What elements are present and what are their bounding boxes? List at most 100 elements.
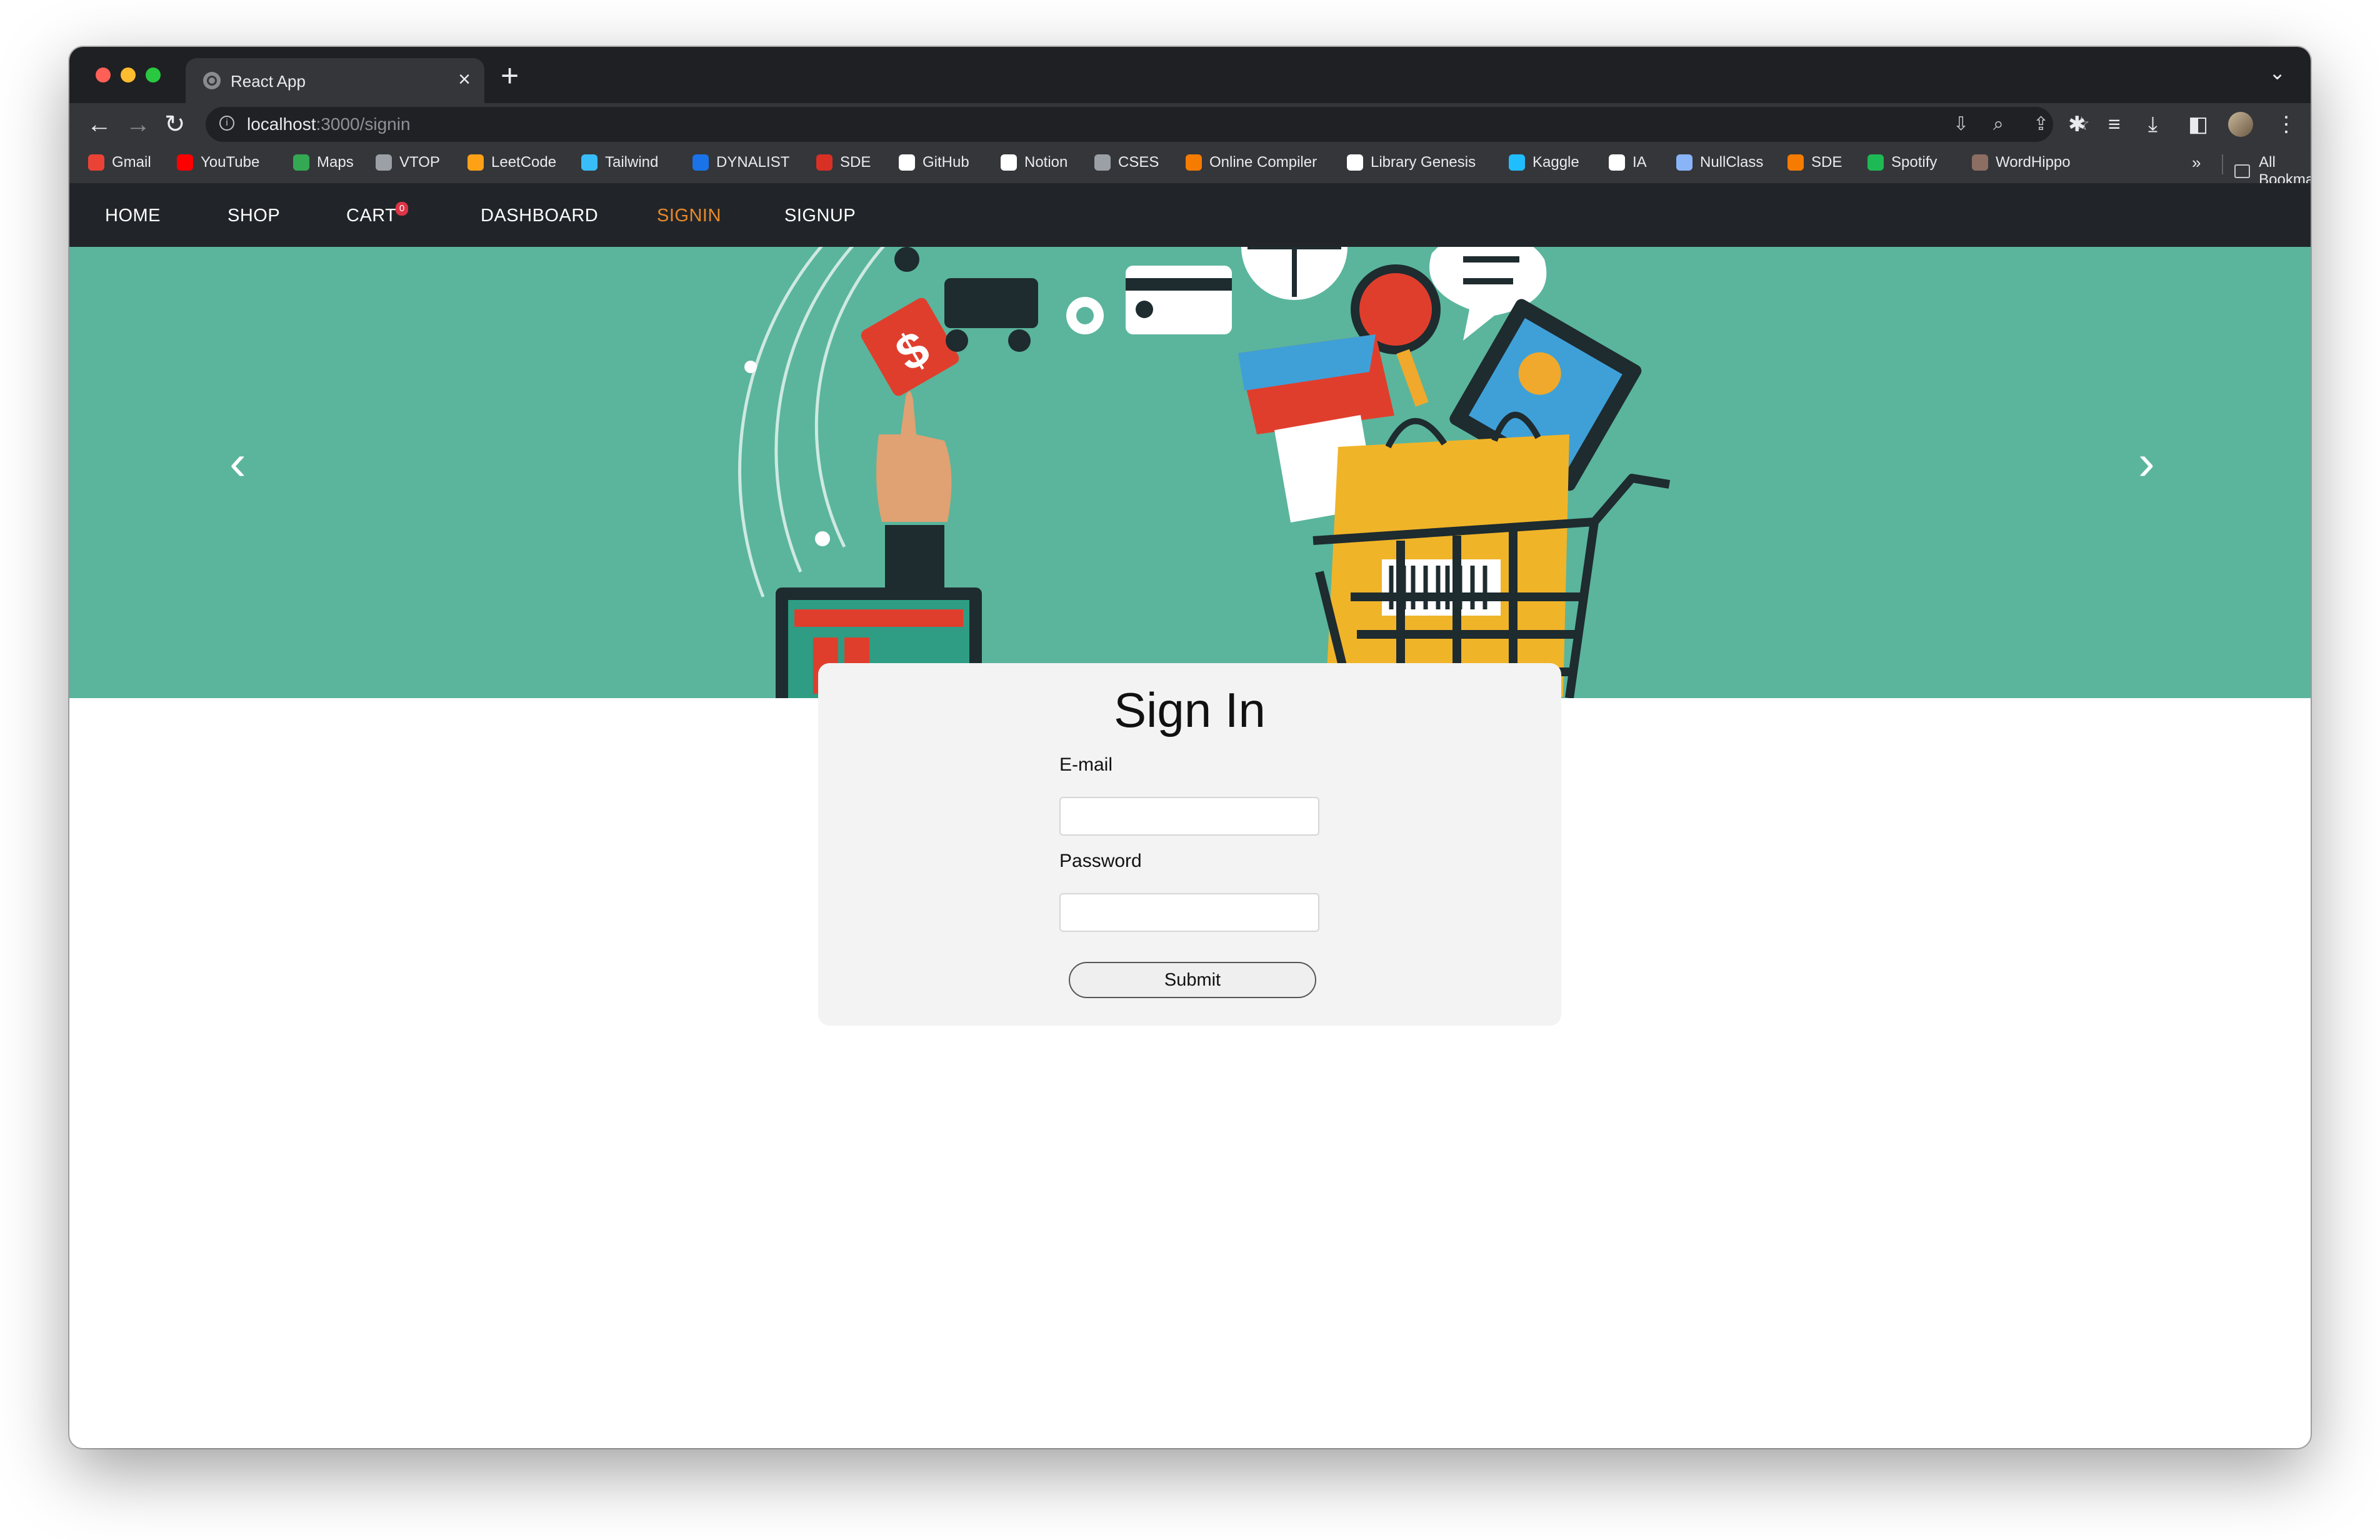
bookmark-label: Tailwind (605, 154, 659, 171)
more-menu-icon[interactable]: ⋮ (2276, 111, 2297, 138)
bookmark-gmail[interactable]: Gmail (88, 154, 151, 171)
bookmark-online-compiler[interactable]: Online Compiler (1186, 154, 1317, 171)
nav-signin[interactable]: SIGNIN (657, 206, 721, 226)
address-bar[interactable]: i localhost:3000/signin ⇩ ⌕ ⇪ ☆ (206, 107, 2090, 142)
bookmark-vtop[interactable]: VTOP (376, 154, 440, 171)
nav-signup[interactable]: SIGNUP (784, 206, 856, 226)
side-panel-icon[interactable]: ◧ (2188, 111, 2208, 138)
bookmark-label: VTOP (399, 154, 440, 171)
tab-close-icon[interactable]: × (458, 67, 471, 92)
share-icon[interactable]: ⇪ (2033, 113, 2049, 136)
back-arrow-icon[interactable]: ← (87, 109, 112, 139)
folder-icon (2234, 164, 2251, 178)
bookmark-label: SDE (1811, 154, 1842, 171)
bookmark-label: Spotify (1891, 154, 1938, 171)
carousel-next-arrow[interactable]: › (2138, 434, 2155, 491)
bookmark-cses[interactable]: CSES (1094, 154, 1159, 171)
bookmark-label: Kaggle (1532, 154, 1579, 171)
bookmark-label: WordHippo (1996, 154, 2071, 171)
browser-toolbar: ← → ↻ i localhost:3000/signin ⇩ ⌕ ⇪ ☆ ✱ … (69, 103, 2311, 146)
downloads-icon[interactable]: ⤓ (2148, 111, 2158, 138)
kaggle-icon (1509, 154, 1525, 171)
bookmark-youtube[interactable]: YouTube (177, 154, 259, 171)
bookmark-ia[interactable]: IA (1609, 154, 1647, 171)
bookmark-label: IA (1632, 154, 1647, 171)
sde-icon (816, 154, 832, 171)
youtube-icon (177, 154, 193, 171)
bookmark-kaggle[interactable]: Kaggle (1509, 154, 1579, 171)
bookmark-wordhippo[interactable]: WordHippo (1972, 154, 2071, 171)
dynalist-icon (692, 154, 709, 171)
password-label: Password (1059, 851, 1142, 871)
bookmark-label: GitHub (922, 154, 969, 171)
nav-home[interactable]: HOME (105, 206, 161, 226)
bookmark-spotify[interactable]: Spotify (1868, 154, 1937, 171)
nav-dashboard[interactable]: DASHBOARD (481, 206, 598, 226)
tailwind-icon (581, 154, 598, 171)
bookmark-label: Online Compiler (1209, 154, 1318, 171)
nav-shop[interactable]: SHOP (228, 206, 280, 226)
bookmarks-divider (2222, 154, 2223, 174)
browser-tab[interactable]: React App × (186, 58, 484, 103)
bookmark-library-genesis[interactable]: Library Genesis (1347, 154, 1476, 171)
bookmark-leetcode[interactable]: LeetCode (468, 154, 556, 171)
cart-count-badge: 0 (396, 202, 408, 216)
compiler-icon (1186, 154, 1202, 171)
reload-icon[interactable]: ↻ (164, 109, 186, 139)
bookmark-dynalist[interactable]: DYNALIST (692, 154, 789, 171)
nav-cart[interactable]: CART (346, 206, 396, 226)
wordhippo-icon (1972, 154, 1988, 171)
bookmark-sde[interactable]: SDE (1788, 154, 1842, 171)
bookmark-tailwind[interactable]: Tailwind (581, 154, 658, 171)
password-field[interactable] (1059, 893, 1319, 932)
hero-carousel: $ ‹ › (69, 247, 2311, 698)
reading-list-icon[interactable]: ≡ (2108, 111, 2121, 138)
email-field[interactable] (1059, 797, 1319, 836)
extensions-icon[interactable]: ✱ (2068, 111, 2086, 138)
bookmark-sde[interactable]: SDE (816, 154, 871, 171)
bookmark-maps[interactable]: Maps (293, 154, 354, 171)
tab-title: React App (231, 72, 306, 91)
bookmark-label: LeetCode (491, 154, 557, 171)
minimize-window-button[interactable] (121, 68, 136, 82)
bookmark-label: NullClass (1700, 154, 1764, 171)
tab-strip: React App × + ⌄ (69, 47, 2311, 103)
close-window-button[interactable] (96, 68, 111, 82)
bookmarks-overflow-chevron-icon[interactable]: » (2192, 153, 2201, 172)
forward-arrow-icon[interactable]: → (126, 109, 151, 139)
signin-title: Sign In (1114, 682, 1266, 738)
profile-avatar[interactable] (2228, 112, 2253, 137)
app-navbar: HOME SHOP CART 0 DASHBOARD SIGNIN SIGNUP (69, 183, 2311, 247)
tab-search-chevron-icon[interactable]: ⌄ (2269, 61, 2286, 84)
bookmark-label: YouTube (201, 154, 260, 171)
bookmark-label: Library Genesis (1371, 154, 1476, 171)
zoom-icon[interactable]: ⌕ (1993, 113, 2004, 136)
nullclass-icon (1676, 154, 1692, 171)
bookmark-nullclass[interactable]: NullClass (1676, 154, 1763, 171)
bookmark-notion[interactable]: Notion (1001, 154, 1068, 171)
bookmark-label: SDE (840, 154, 871, 171)
bookmark-label: DYNALIST (716, 154, 790, 171)
submit-button[interactable]: Submit (1069, 962, 1316, 998)
bookmark-label: CSES (1118, 154, 1159, 171)
bookmark-github[interactable]: GitHub (899, 154, 969, 171)
leetcode-icon (468, 154, 484, 171)
maps-icon (293, 154, 309, 171)
signin-card: Sign In E-mail Password Submit (818, 663, 1561, 1026)
url-text[interactable]: localhost:3000/signin (247, 114, 411, 134)
github-icon (899, 154, 915, 171)
notion-icon (1001, 154, 1017, 171)
new-tab-button[interactable]: + (501, 58, 519, 93)
internet-archive-icon (1609, 154, 1625, 171)
install-app-icon[interactable]: ⇩ (1953, 113, 1969, 136)
carousel-prev-arrow[interactable]: ‹ (229, 434, 246, 491)
bookmark-label: Notion (1024, 154, 1068, 171)
sde-icon-2 (1788, 154, 1804, 171)
gmail-icon (88, 154, 104, 171)
libgen-icon (1347, 154, 1363, 171)
shopping-illustration: $ (738, 247, 1671, 698)
site-info-icon[interactable]: i (219, 116, 234, 131)
bookmark-label: Gmail (112, 154, 151, 171)
maximize-window-button[interactable] (146, 68, 161, 82)
bookmarks-bar: Gmail YouTube Maps VTOP LeetCode Tailwind DYNA… (69, 146, 2311, 188)
